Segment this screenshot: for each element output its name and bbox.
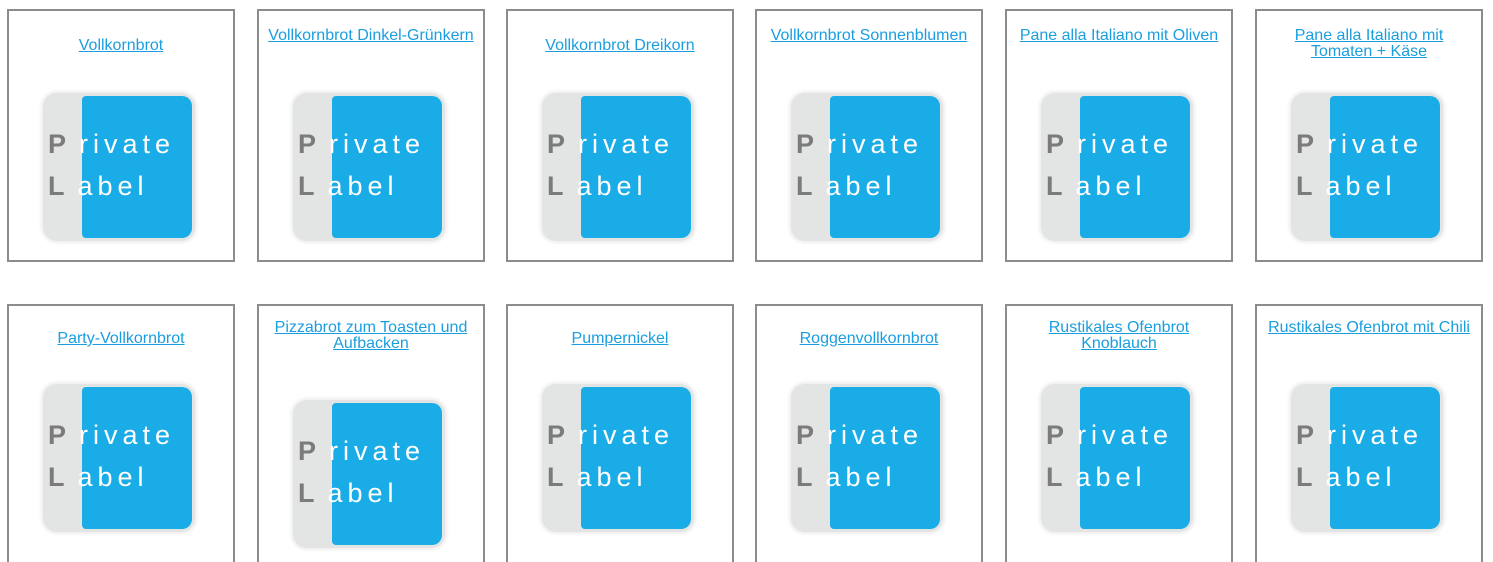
logo-line-private: Private bbox=[1046, 420, 1174, 450]
private-label-logo[interactable]: Private Label bbox=[43, 384, 195, 532]
logo-blue-panel bbox=[332, 96, 442, 238]
product-title-link[interactable]: Rustikales Ofenbrot mit Chili bbox=[1263, 320, 1475, 336]
logo-line-label: Label bbox=[1296, 171, 1397, 201]
logo-line-private: Private bbox=[547, 129, 675, 159]
product-title-link[interactable]: Pane alla Italiano mit Tomaten + Käse bbox=[1263, 28, 1475, 60]
logo-blue-panel bbox=[82, 96, 192, 238]
logo-line-label: Label bbox=[1046, 462, 1147, 492]
product-title-link[interactable]: Vollkornbrot bbox=[15, 38, 227, 54]
logo-line-private: Private bbox=[48, 420, 176, 450]
product-title-link[interactable]: Rustikales Ofenbrot Knoblauch bbox=[1013, 320, 1225, 352]
product-card: Vollkornbrot Dinkel-Grünkern Private Lab… bbox=[257, 9, 485, 262]
product-title-link[interactable]: Party-Vollkornbrot bbox=[15, 331, 227, 347]
product-title-link[interactable]: Pizzabrot zum Toasten und Aufbacken bbox=[265, 320, 477, 352]
logo-line-label: Label bbox=[547, 171, 648, 201]
logo-line-label: Label bbox=[796, 462, 897, 492]
private-label-logo[interactable]: Private Label bbox=[43, 93, 195, 241]
logo-line-label: Label bbox=[796, 171, 897, 201]
product-card: Pane alla Italiano mit Tomaten + Käse Pr… bbox=[1255, 9, 1483, 262]
private-label-logo[interactable]: Private Label bbox=[542, 93, 694, 241]
product-title-link[interactable]: Vollkornbrot Sonnenblumen bbox=[763, 28, 975, 44]
product-card: Roggenvollkornbrot Private Label bbox=[755, 304, 983, 562]
private-label-logo[interactable]: Private Label bbox=[293, 93, 445, 241]
product-card: Pane alla Italiano mit Oliven Private La… bbox=[1005, 9, 1233, 262]
product-card: Rustikales Ofenbrot Knoblauch Private La… bbox=[1005, 304, 1233, 562]
logo-blue-panel bbox=[581, 96, 691, 238]
logo-line-private: Private bbox=[48, 129, 176, 159]
private-label-logo[interactable]: Private Label bbox=[293, 400, 445, 548]
logo-line-private: Private bbox=[1296, 420, 1424, 450]
product-card: Party-Vollkornbrot Private Label bbox=[7, 304, 235, 562]
logo-line-private: Private bbox=[796, 129, 924, 159]
product-title-link[interactable]: Pane alla Italiano mit Oliven bbox=[1013, 28, 1225, 44]
logo-line-label: Label bbox=[298, 478, 399, 508]
logo-line-private: Private bbox=[1046, 129, 1174, 159]
logo-blue-panel bbox=[1080, 96, 1190, 238]
product-card: Pumpernickel Private Label bbox=[506, 304, 734, 562]
logo-blue-panel bbox=[1330, 96, 1440, 238]
private-label-logo[interactable]: Private Label bbox=[1041, 384, 1193, 532]
product-card: Vollkornbrot Sonnenblumen Private Label bbox=[755, 9, 983, 262]
private-label-logo[interactable]: Private Label bbox=[542, 384, 694, 532]
product-title-link[interactable]: Vollkornbrot Dreikorn bbox=[514, 38, 726, 54]
logo-line-label: Label bbox=[298, 171, 399, 201]
private-label-logo[interactable]: Private Label bbox=[1291, 384, 1443, 532]
product-card: Rustikales Ofenbrot mit Chili Private La… bbox=[1255, 304, 1483, 562]
logo-line-label: Label bbox=[1046, 171, 1147, 201]
private-label-logo[interactable]: Private Label bbox=[791, 93, 943, 241]
logo-line-label: Label bbox=[1296, 462, 1397, 492]
logo-blue-panel bbox=[1330, 387, 1440, 529]
logo-line-private: Private bbox=[547, 420, 675, 450]
logo-blue-panel bbox=[830, 96, 940, 238]
logo-line-label: Label bbox=[48, 462, 149, 492]
private-label-logo[interactable]: Private Label bbox=[1291, 93, 1443, 241]
private-label-logo[interactable]: Private Label bbox=[791, 384, 943, 532]
product-title-link[interactable]: Vollkornbrot Dinkel-Grünkern bbox=[265, 28, 477, 44]
logo-line-label: Label bbox=[48, 171, 149, 201]
product-card: Vollkornbrot Dreikorn Private Label bbox=[506, 9, 734, 262]
private-label-logo[interactable]: Private Label bbox=[1041, 93, 1193, 241]
product-grid: Vollkornbrot Private Label Vollkornbrot … bbox=[0, 0, 1493, 562]
product-title-link[interactable]: Pumpernickel bbox=[514, 331, 726, 347]
logo-blue-panel bbox=[332, 403, 442, 545]
product-card: Vollkornbrot Private Label bbox=[7, 9, 235, 262]
logo-line-private: Private bbox=[796, 420, 924, 450]
logo-line-label: Label bbox=[547, 462, 648, 492]
product-card: Pizzabrot zum Toasten und Aufbacken Priv… bbox=[257, 304, 485, 562]
logo-line-private: Private bbox=[298, 436, 426, 466]
logo-blue-panel bbox=[1080, 387, 1190, 529]
logo-blue-panel bbox=[82, 387, 192, 529]
product-title-link[interactable]: Roggenvollkornbrot bbox=[763, 331, 975, 347]
logo-line-private: Private bbox=[1296, 129, 1424, 159]
logo-line-private: Private bbox=[298, 129, 426, 159]
logo-blue-panel bbox=[581, 387, 691, 529]
logo-blue-panel bbox=[830, 387, 940, 529]
